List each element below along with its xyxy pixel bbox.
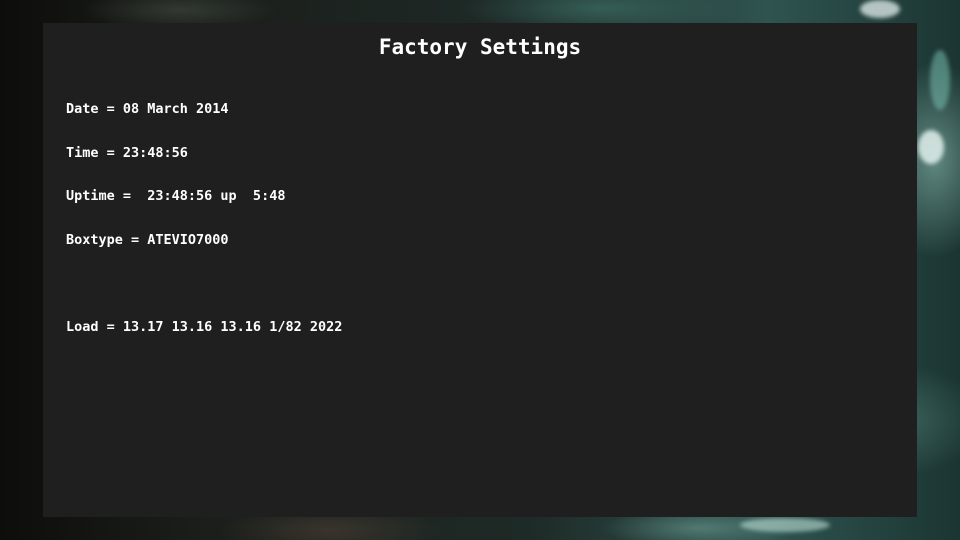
- load-line: Load = 13.17 13.16 13.16 1/82 2022: [66, 318, 343, 335]
- background-light: [918, 130, 944, 164]
- date-line: Date = 08 March 2014: [66, 101, 229, 117]
- panel-title: Factory Settings: [378, 35, 582, 59]
- uptime-line: Uptime = 23:48:56 up 5:48: [66, 188, 286, 204]
- boxtype-line: Boxtype = ATEVIO7000: [66, 231, 229, 248]
- background-light: [740, 518, 830, 532]
- system-info-block: Date = 08 March 2014 Time = 23:48:56 Upt…: [66, 73, 886, 363]
- background-light: [860, 0, 900, 18]
- background-light: [930, 50, 950, 110]
- time-line: Time = 23:48:56: [66, 144, 188, 161]
- factory-settings-panel: Factory Settings Date = 08 March 2014 Ti…: [43, 23, 917, 517]
